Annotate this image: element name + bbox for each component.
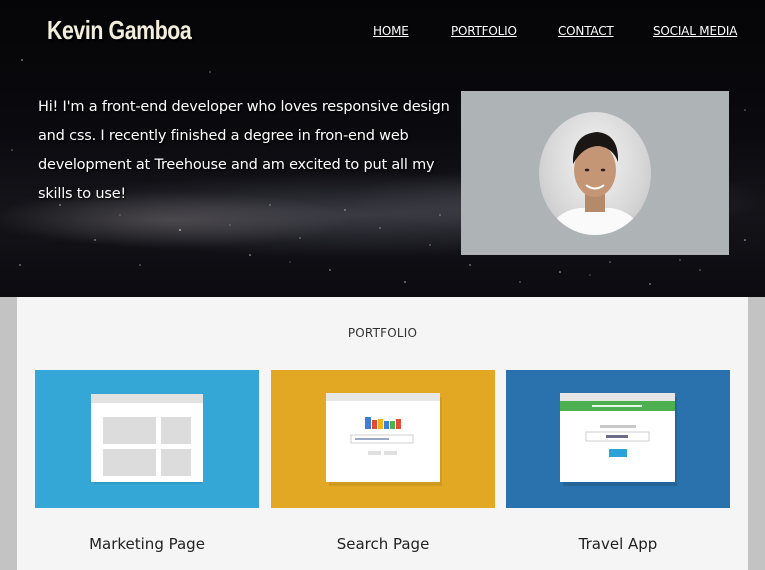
nav-home-link[interactable]: HOME bbox=[373, 24, 409, 38]
nav-contact-link[interactable]: CONTACT bbox=[558, 24, 614, 38]
profile-photo-frame bbox=[461, 91, 729, 255]
intro-line: and css. I recently finished a degree in… bbox=[38, 128, 409, 144]
travel-app-icon bbox=[506, 370, 730, 508]
nav-social-media-link[interactable]: SOCIAL MEDIA bbox=[653, 24, 737, 38]
marketing-page-icon bbox=[35, 370, 259, 508]
portfolio-item-marketing-label[interactable]: Marketing Page bbox=[35, 535, 259, 553]
profile-photo bbox=[539, 112, 651, 235]
intro-line: Hi! I'm a front-end developer who loves … bbox=[38, 99, 450, 115]
main-nav: HOME PORTFOLIO CONTACT SOCIAL MEDIA bbox=[0, 24, 765, 44]
intro-text: Hi! I'm a front-end developer who loves … bbox=[38, 93, 458, 209]
nav-portfolio-link[interactable]: PORTFOLIO bbox=[451, 24, 517, 38]
intro-line: development at Treehouse and am excited … bbox=[38, 157, 435, 173]
portfolio-heading: PORTFOLIO bbox=[347, 326, 418, 340]
portfolio-item-search-label[interactable]: Search Page bbox=[271, 535, 495, 553]
search-page-icon bbox=[271, 370, 495, 508]
portfolio-section: PORTFOLIO Marketing Page Search Page Tra… bbox=[17, 297, 748, 570]
portfolio-item-travel-thumbnail[interactable] bbox=[506, 370, 730, 508]
hero-banner: Kevin Gamboa HOME PORTFOLIO CONTACT SOCI… bbox=[0, 0, 765, 297]
portfolio-item-travel-label[interactable]: Travel App bbox=[506, 535, 730, 553]
avatar-portrait-icon bbox=[549, 132, 641, 235]
portfolio-item-marketing-thumbnail[interactable] bbox=[35, 370, 259, 508]
intro-line: skills to use! bbox=[38, 186, 127, 202]
portfolio-item-search-thumbnail[interactable] bbox=[271, 370, 495, 508]
